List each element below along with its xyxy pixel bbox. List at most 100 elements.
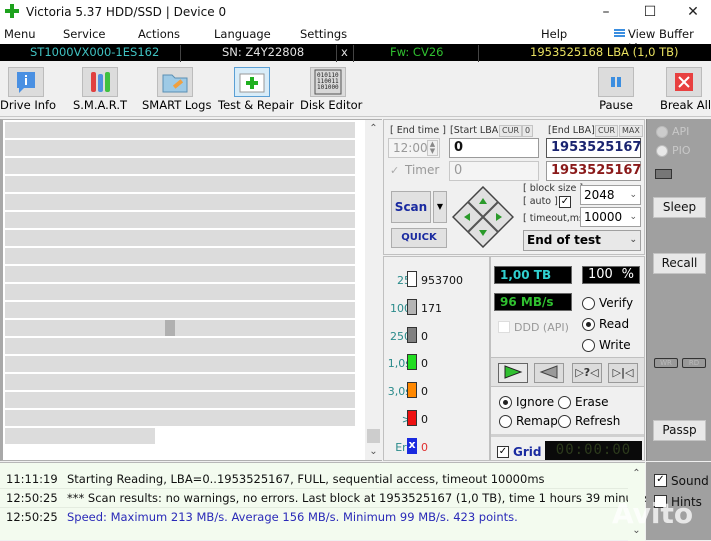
grid-block	[145, 392, 155, 408]
erase-radio[interactable]	[558, 396, 571, 409]
auto-checkbox[interactable]: ✓	[559, 196, 571, 208]
scan-dropdown-button[interactable]: ▼	[433, 191, 447, 223]
grid-block	[65, 122, 75, 138]
start-lba-input[interactable]: 0	[449, 138, 539, 158]
drive-model[interactable]: ST1000VX000-1ES162	[30, 45, 159, 59]
skip-end-button[interactable]: ▷|◁	[608, 363, 638, 383]
end-lba-max-button[interactable]: MAX	[619, 125, 643, 137]
minimize-button[interactable]: –	[588, 2, 624, 22]
menu-item-language[interactable]: Language	[214, 27, 271, 41]
grid-block	[95, 302, 105, 318]
scan-controls: [ End time ] [Start LBA] CUR 0 [End LBA]…	[383, 119, 645, 255]
play-forward-button[interactable]	[498, 363, 528, 383]
grid-block	[35, 266, 45, 282]
block-size-select[interactable]: 2048 ⌄	[580, 185, 641, 205]
legend-swatch	[407, 298, 417, 315]
maximize-button[interactable]: ☐	[632, 2, 668, 22]
grid-block	[295, 410, 305, 426]
grid-block	[145, 140, 155, 156]
grid-block	[325, 140, 335, 156]
grid-block	[145, 158, 155, 174]
grid-block	[265, 230, 275, 246]
scroll-down-icon[interactable]: ⌄	[365, 446, 382, 457]
grid-block	[335, 356, 345, 372]
menu-item-menu[interactable]: Menu	[4, 27, 36, 41]
chevron-down-icon: ⌄	[629, 235, 637, 245]
api-radio[interactable]	[656, 126, 668, 138]
grid-block	[345, 176, 355, 192]
grid-block	[85, 410, 95, 426]
smart-button[interactable]: S.M.A.R.T	[72, 62, 128, 117]
grid-block	[55, 122, 65, 138]
break-all-button[interactable]: Break All	[660, 62, 711, 117]
menu-item-settings[interactable]: Settings	[300, 27, 347, 41]
end-action-select[interactable]: End of test ⌄	[523, 230, 641, 251]
grid-block	[5, 392, 15, 408]
grid-block	[75, 122, 85, 138]
grid-block	[75, 410, 85, 426]
grid-block	[75, 320, 85, 336]
disk-editor-button[interactable]: 010110 110011 101000 Disk Editor	[300, 62, 362, 117]
pause-button[interactable]: Pause	[596, 62, 636, 117]
passp-button[interactable]: Passp	[653, 420, 706, 441]
grid-block	[195, 338, 205, 354]
grid-block	[175, 194, 185, 210]
grid-block	[255, 320, 265, 336]
sound-checkbox[interactable]: ✓	[654, 474, 667, 487]
end-time-spinner[interactable]: ▲ ▼	[427, 140, 438, 156]
grid-block	[105, 428, 115, 444]
grid-block	[65, 302, 75, 318]
log-message: *** Scan results: no warnings, no errors…	[67, 491, 677, 505]
start-lba-cur-button[interactable]: CUR	[499, 125, 522, 137]
timer-checkbox[interactable]: ✓	[390, 164, 399, 177]
grid-block	[105, 194, 115, 210]
grid-block	[125, 158, 135, 174]
ddd-checkbox[interactable]	[498, 321, 510, 333]
start-lba-zero-button[interactable]: 0	[522, 125, 534, 137]
grid-block	[345, 374, 355, 390]
grid-block	[95, 230, 105, 246]
end-lba-input[interactable]: 1953525167	[546, 138, 641, 158]
drive-close-button[interactable]: x	[341, 45, 348, 59]
play-backward-button[interactable]	[534, 363, 564, 383]
direction-pad[interactable]	[452, 186, 514, 248]
grid-block	[35, 140, 45, 156]
test-repair-button[interactable]: Test & Repair	[218, 62, 294, 117]
scroll-up-icon[interactable]: ⌃	[365, 123, 382, 134]
grid-block	[15, 194, 25, 210]
ignore-radio[interactable]	[499, 396, 512, 409]
drive-info-button[interactable]: Drive Info	[0, 62, 56, 117]
grid-block	[155, 302, 165, 318]
grid-checkbox[interactable]: ✓	[497, 446, 509, 458]
menu-item-help[interactable]: Help	[541, 27, 567, 41]
read-radio[interactable]	[582, 318, 595, 331]
scan-button[interactable]: Scan	[391, 191, 431, 223]
sleep-button[interactable]: Sleep	[653, 197, 706, 218]
grid-block	[65, 410, 75, 426]
grid-block	[185, 338, 195, 354]
map-scrollbar[interactable]: ⌃ ⌄	[365, 120, 382, 460]
grid-block	[95, 428, 105, 444]
grid-block	[135, 194, 145, 210]
grid-block	[255, 122, 265, 138]
grid-block	[195, 122, 205, 138]
verify-radio[interactable]	[582, 297, 595, 310]
end-lba-cur-button[interactable]: CUR	[595, 125, 618, 137]
timeout-select[interactable]: 10000 ⌄	[580, 207, 641, 227]
scroll-thumb[interactable]	[367, 429, 380, 443]
grid-block	[135, 230, 145, 246]
grid-block	[185, 230, 195, 246]
remap-radio[interactable]	[499, 415, 512, 428]
close-button[interactable]: ✕	[675, 2, 711, 22]
pio-radio[interactable]	[656, 145, 668, 157]
seek-unknown-button[interactable]: ▷?◁	[572, 363, 602, 383]
recall-button[interactable]: Recall	[653, 253, 706, 274]
refresh-radio[interactable]	[558, 415, 571, 428]
scroll-up-icon[interactable]: ⌃	[628, 468, 645, 479]
quick-button[interactable]: QUICK	[391, 228, 447, 248]
grid-block	[255, 230, 265, 246]
menu-item-actions[interactable]: Actions	[138, 27, 180, 41]
write-radio[interactable]	[582, 339, 595, 352]
smart-logs-button[interactable]: SMART Logs	[142, 62, 211, 117]
menu-item-service[interactable]: Service	[63, 27, 106, 41]
